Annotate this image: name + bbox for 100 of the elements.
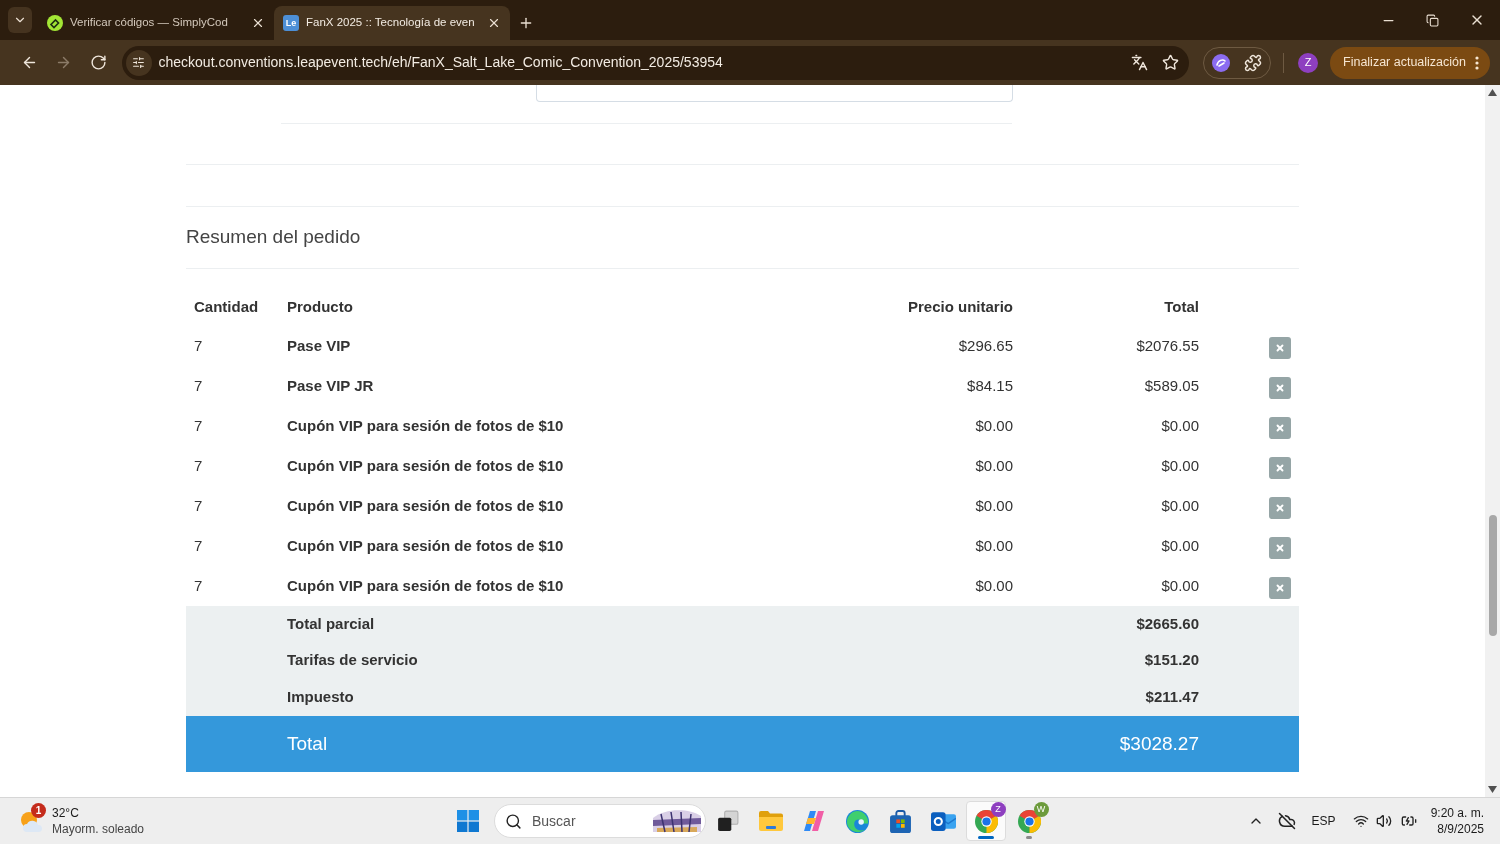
product-name: Cupón VIP para sesión de fotos de $10 bbox=[287, 456, 564, 474]
product-name: Cupón VIP para sesión de fotos de $10 bbox=[287, 576, 564, 594]
unit-price: $0.00 bbox=[975, 416, 1013, 434]
quantity-text: 7 bbox=[194, 336, 203, 354]
window-stack-icon bbox=[717, 810, 739, 832]
speaker-icon[interactable] bbox=[1375, 813, 1392, 829]
product-name: Pase VIP bbox=[287, 336, 351, 354]
product-name: Cupón VIP para sesión de fotos de $10 bbox=[287, 536, 564, 554]
line-total: $0.00 bbox=[1161, 536, 1199, 554]
profile-button[interactable]: Z bbox=[1298, 52, 1318, 73]
remove-button[interactable] bbox=[1269, 536, 1291, 559]
column-header: Total bbox=[1164, 297, 1199, 315]
scrollbar-thumb[interactable] bbox=[1488, 515, 1497, 636]
slanted-bars-icon bbox=[803, 810, 825, 832]
mail-icon bbox=[930, 810, 956, 832]
column-header: Producto bbox=[287, 297, 353, 315]
sliders-icon bbox=[132, 56, 145, 69]
close-icon bbox=[1275, 382, 1285, 393]
total-label: Total parcial bbox=[287, 614, 375, 632]
line-total: $2076.55 bbox=[1136, 336, 1199, 354]
temperature-text: 32°C bbox=[52, 805, 80, 821]
remove-button[interactable] bbox=[1269, 336, 1291, 359]
restore-icon[interactable] bbox=[1425, 13, 1439, 27]
triangle-up-icon[interactable] bbox=[1488, 89, 1497, 96]
cloud-off-icon[interactable] bbox=[1277, 812, 1296, 830]
close-icon bbox=[1275, 582, 1285, 593]
close-icon bbox=[1275, 502, 1285, 513]
star-icon[interactable] bbox=[1162, 54, 1180, 71]
tab-list-button[interactable] bbox=[8, 7, 32, 33]
unit-price: $0.00 bbox=[975, 536, 1013, 554]
line-total: $589.05 bbox=[1144, 376, 1199, 394]
close-icon[interactable] bbox=[487, 16, 501, 30]
column-header: Cantidad bbox=[194, 297, 259, 315]
unit-price: $84.15 bbox=[967, 376, 1013, 394]
triangle-down-icon[interactable] bbox=[1488, 786, 1497, 793]
total-label: Impuesto bbox=[287, 687, 354, 705]
remove-button[interactable] bbox=[1269, 456, 1291, 479]
more-icon bbox=[1475, 55, 1479, 70]
unit-price: $0.00 bbox=[975, 456, 1013, 474]
quantity-text: 7 bbox=[194, 496, 203, 514]
quantity-text: 7 bbox=[194, 416, 203, 434]
line-total: $0.00 bbox=[1161, 496, 1199, 514]
profile-badge: Z bbox=[990, 801, 1006, 817]
unit-price: $296.65 bbox=[958, 336, 1013, 354]
circle-logo-icon[interactable] bbox=[1212, 53, 1231, 72]
quantity-text: 7 bbox=[194, 576, 203, 594]
battery-icon[interactable] bbox=[1400, 813, 1417, 829]
folder-icon bbox=[759, 810, 783, 832]
search-field[interactable]: Buscar bbox=[494, 804, 706, 838]
language-indicator[interactable]: ESP bbox=[1311, 812, 1336, 830]
clock[interactable]: 9:20 a. m. 8/9/2025 bbox=[1430, 805, 1484, 837]
quantity-text: 7 bbox=[194, 376, 203, 394]
profile-badge: W bbox=[1033, 801, 1049, 817]
plus-icon[interactable] bbox=[518, 15, 534, 31]
puzzle-icon[interactable] bbox=[1244, 53, 1263, 72]
search-icon bbox=[505, 812, 522, 830]
weather-condition: Mayorm. soleado bbox=[52, 821, 145, 837]
address-bar[interactable]: checkout.conventions.leapevent.tech/eh/FanX_Salt_Lake_Comic_Convention_2025/53954 bbox=[121, 45, 1190, 80]
swirl-circle-icon bbox=[845, 809, 869, 833]
close-icon bbox=[1275, 422, 1285, 433]
line-total: $0.00 bbox=[1161, 456, 1199, 474]
close-icon[interactable] bbox=[251, 16, 265, 30]
grand-total-label: Total bbox=[287, 732, 328, 754]
column-header: Precio unitario bbox=[907, 297, 1013, 315]
translate-icon[interactable] bbox=[1131, 54, 1149, 71]
unit-price: $0.00 bbox=[975, 576, 1013, 594]
scrollbar[interactable] bbox=[1485, 85, 1500, 797]
quantity-text: 7 bbox=[194, 456, 203, 474]
quantity-text: 7 bbox=[194, 536, 203, 554]
close-icon bbox=[1275, 542, 1285, 553]
remove-button[interactable] bbox=[1269, 376, 1291, 399]
remove-button[interactable] bbox=[1269, 576, 1291, 599]
grand-total-value: $3028.27 bbox=[1119, 732, 1199, 754]
total-value: $2665.60 bbox=[1136, 614, 1199, 632]
four-squares-icon bbox=[457, 810, 479, 832]
unit-price: $0.00 bbox=[975, 496, 1013, 514]
update-button[interactable]: Finalizar actualización bbox=[1330, 46, 1490, 79]
highlight-picture bbox=[651, 808, 703, 834]
line-total: $0.00 bbox=[1161, 416, 1199, 434]
notification-badge: 1 bbox=[31, 803, 46, 818]
remove-button[interactable] bbox=[1269, 416, 1291, 439]
wifi-icon[interactable] bbox=[1352, 813, 1369, 829]
section-title: Resumen del pedido bbox=[186, 225, 361, 249]
remove-button[interactable] bbox=[1269, 496, 1291, 519]
browser-tab[interactable]: Le FanX 2025 :: Tecnología de even bbox=[274, 6, 510, 40]
taskbar-app-button[interactable]: Z bbox=[966, 801, 1006, 841]
product-name: Cupón VIP para sesión de fotos de $10 bbox=[287, 496, 564, 514]
reload-icon[interactable] bbox=[89, 54, 107, 71]
bag-icon bbox=[889, 809, 911, 833]
total-value: $151.20 bbox=[1144, 650, 1199, 668]
site-info-button[interactable] bbox=[125, 49, 152, 76]
total-label: Tarifas de servicio bbox=[287, 650, 418, 668]
product-name: Cupón VIP para sesión de fotos de $10 bbox=[287, 416, 564, 434]
close-icon bbox=[1275, 462, 1285, 473]
browser-tab[interactable]: Verificar códigos — SimplyCod bbox=[38, 6, 274, 40]
line-total: $0.00 bbox=[1161, 576, 1199, 594]
product-name: Pase VIP JR bbox=[287, 376, 374, 394]
url-text[interactable]: checkout.conventions.leapevent.tech/eh/FanX_Salt_Lake_Comic_Convention_2025/53954 bbox=[158, 52, 723, 73]
diamond-circle-icon bbox=[47, 15, 63, 31]
site-logo: Le bbox=[283, 15, 299, 31]
